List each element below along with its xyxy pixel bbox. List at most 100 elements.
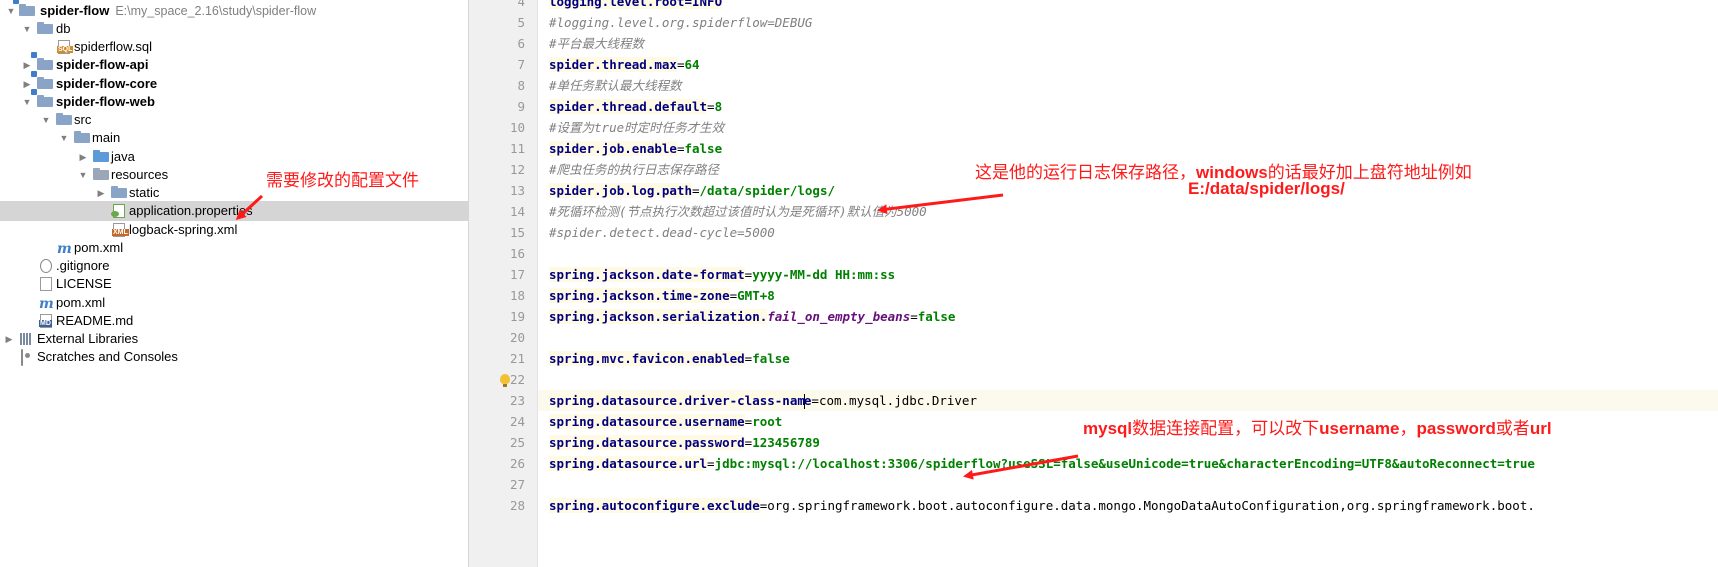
maven-icon: m <box>57 241 72 257</box>
tree-item-pom-xml-root[interactable]: m pom.xml <box>0 293 468 313</box>
chevron-right-icon[interactable]: ▶ <box>21 58 33 72</box>
tree-root[interactable]: ▼ spider-flow E:\my_space_2.16\study\spid… <box>0 0 468 21</box>
maven-icon: m <box>39 296 54 312</box>
code-line[interactable]: #logging.level.org.spiderflow=DEBUG <box>549 12 812 33</box>
code-line[interactable]: spring.datasource.username=root <box>549 411 782 432</box>
comment-text: #死循环检测(节点执行次数超过该值时认为是死循环)默认值为5000 <box>549 204 927 219</box>
code-line[interactable]: spider.job.enable=false <box>549 138 722 159</box>
tree-item-label: spider-flow-core <box>56 76 158 91</box>
code-line[interactable]: spring.datasource.password=123456789 <box>549 432 820 453</box>
code-line[interactable]: spring.jackson.time-zone=GMT+8 <box>549 285 775 306</box>
tree-item-label: application.properties <box>129 203 253 218</box>
property-value: org.springframework.boot.autoconfigure.d… <box>767 498 1535 513</box>
code-line[interactable]: spider.thread.max=64 <box>549 54 700 75</box>
code-line[interactable]: spring.jackson.serialization.fail_on_emp… <box>549 306 955 327</box>
folder-icon <box>37 22 53 36</box>
tree-item-label: spider-flow-api <box>56 57 149 72</box>
line-number: 10 <box>509 120 525 135</box>
code-line[interactable]: spider.job.log.path=/data/spider/logs/ <box>549 180 835 201</box>
chevron-down-icon[interactable]: ▼ <box>40 113 52 127</box>
tree-item-main[interactable]: ▼ main <box>0 128 468 148</box>
sql-file-icon: SQL <box>56 40 74 54</box>
module-folder-icon <box>31 52 53 72</box>
annotation-config-file: 需要修改的配置文件 <box>266 171 419 191</box>
line-number: 20 <box>509 330 525 345</box>
tree-item-logback-spring-xml[interactable]: XML logback-spring.xml <box>0 220 468 240</box>
tree-item-pom-xml-web[interactable]: m pom.xml <box>0 238 468 258</box>
code-line[interactable]: spider.thread.default=8 <box>549 96 722 117</box>
gitignore-icon <box>38 259 54 273</box>
code-editor[interactable]: 4 5 6 7 8 9 10 11 12 13 14 15 16 17 18 19 20 21 22 23 24 25 26… <box>469 0 1718 567</box>
tree-item-label: pom.xml <box>56 295 106 310</box>
lightbulb-icon[interactable] <box>500 374 510 387</box>
line-number-gutter: 4 5 6 7 8 9 10 11 12 13 14 15 16 17 18 19 20 21 22 23 24 25 26… <box>469 0 538 567</box>
tree-item-license[interactable]: LICENSE <box>0 274 468 294</box>
comment-text: #单任务默认最大线程数 <box>549 78 682 93</box>
property-key: spring.datasource.driver-class-name <box>549 393 812 409</box>
code-line[interactable]: spring.datasource.url=jdbc:mysql://local… <box>549 453 1535 474</box>
tree-item-readme[interactable]: MD README.md <box>0 311 468 331</box>
scratches-icon <box>21 349 37 366</box>
chevron-right-icon[interactable]: ▶ <box>3 332 15 346</box>
property-key: spring.datasource.username <box>549 414 745 429</box>
line-number: 28 <box>509 498 525 513</box>
property-value: false <box>684 141 723 156</box>
line-number: 6 <box>517 36 525 51</box>
code-line[interactable]: #平台最大线程数 <box>549 33 644 54</box>
tree-item-spider-flow-core[interactable]: ▶ spider-flow-core <box>0 71 468 94</box>
code-line[interactable]: spring.jackson.date-format=yyyy-MM-dd HH… <box>549 264 895 285</box>
code-line[interactable]: #设置为true时定时任务才生效 <box>549 117 724 138</box>
tree-item-label: .gitignore <box>56 258 110 273</box>
tree-item-spider-flow-api[interactable]: ▶ spider-flow-api <box>0 52 468 75</box>
annotation-log-path-example: E:/data/spider/logs/ <box>1188 179 1345 198</box>
tree-item-label: README.md <box>56 313 134 328</box>
chevron-right-icon[interactable]: ▶ <box>95 186 107 200</box>
property-key: spider.thread.default <box>549 99 708 114</box>
tree-item-src[interactable]: ▼ src <box>0 110 468 130</box>
property-value: com.mysql.jdbc.Driver <box>818 393 977 408</box>
tree-item-label: static <box>129 185 160 200</box>
code-line[interactable]: #死循环检测(节点执行次数超过该值时认为是死循环)默认值为5000 <box>549 201 927 222</box>
tree-item-scratches[interactable]: Scratches and Consoles <box>0 347 468 367</box>
line-number: 18 <box>509 288 525 303</box>
chevron-down-icon[interactable]: ▼ <box>5 4 17 18</box>
project-tree[interactable]: ▼ spider-flow E:\my_space_2.16\study\spid… <box>0 0 469 567</box>
code-line[interactable]: #单任务默认最大线程数 <box>549 75 682 96</box>
code-line[interactable]: spring.autoconfigure.exclude=org.springf… <box>549 495 1535 516</box>
chevron-down-icon[interactable]: ▼ <box>21 22 33 36</box>
property-value: 64 <box>684 57 700 72</box>
line-number: 23 <box>509 393 525 408</box>
line-number: 12 <box>509 162 525 177</box>
property-key: spring.jackson.serialization. <box>549 309 768 324</box>
line-number: 8 <box>517 78 525 93</box>
module-folder-icon <box>31 89 53 109</box>
property-key: spring.jackson.time-zone <box>549 288 730 303</box>
properties-file-icon <box>111 204 127 218</box>
tree-item-spiderflow-sql[interactable]: SQL spiderflow.sql <box>0 37 468 57</box>
code-line[interactable]: spring.mvc.favicon.enabled=false <box>549 348 790 369</box>
code-line[interactable]: #spider.detect.dead-cycle=5000 <box>549 222 775 243</box>
comment-text: #设置为true时定时任务才生效 <box>549 120 725 135</box>
tree-item-external-libraries[interactable]: ▶ External Libraries <box>0 329 468 349</box>
code-line[interactable]: #爬虫任务的执行日志保存路径 <box>549 159 719 180</box>
tree-item-label: spider-flow-web <box>56 94 155 109</box>
property-value: 123456789 <box>752 435 820 450</box>
module-folder-icon <box>13 0 35 18</box>
tree-item-java[interactable]: ▶ java <box>0 147 468 167</box>
property-value: root <box>752 414 783 429</box>
tree-item-spider-flow-web[interactable]: ▼ spider-flow-web <box>0 89 468 112</box>
tree-item-gitignore[interactable]: .gitignore <box>0 256 468 276</box>
comment-text: #爬虫任务的执行日志保存路径 <box>549 162 720 177</box>
folder-icon <box>74 131 90 145</box>
chevron-right-icon[interactable]: ▶ <box>77 150 89 164</box>
code-line[interactable]: spring.datasource.driver-class-name=com.… <box>538 390 1718 411</box>
tree-item-db[interactable]: ▼ db <box>0 19 468 39</box>
property-value: GMT+8 <box>737 288 775 303</box>
line-number: 13 <box>509 183 525 198</box>
line-number: 5 <box>517 15 525 30</box>
line-number: 19 <box>509 309 525 324</box>
chevron-down-icon[interactable]: ▼ <box>58 131 70 145</box>
chevron-down-icon[interactable]: ▼ <box>77 168 89 182</box>
chevron-down-icon[interactable]: ▼ <box>21 95 33 109</box>
tree-item-application-properties[interactable]: application.properties <box>0 201 468 221</box>
